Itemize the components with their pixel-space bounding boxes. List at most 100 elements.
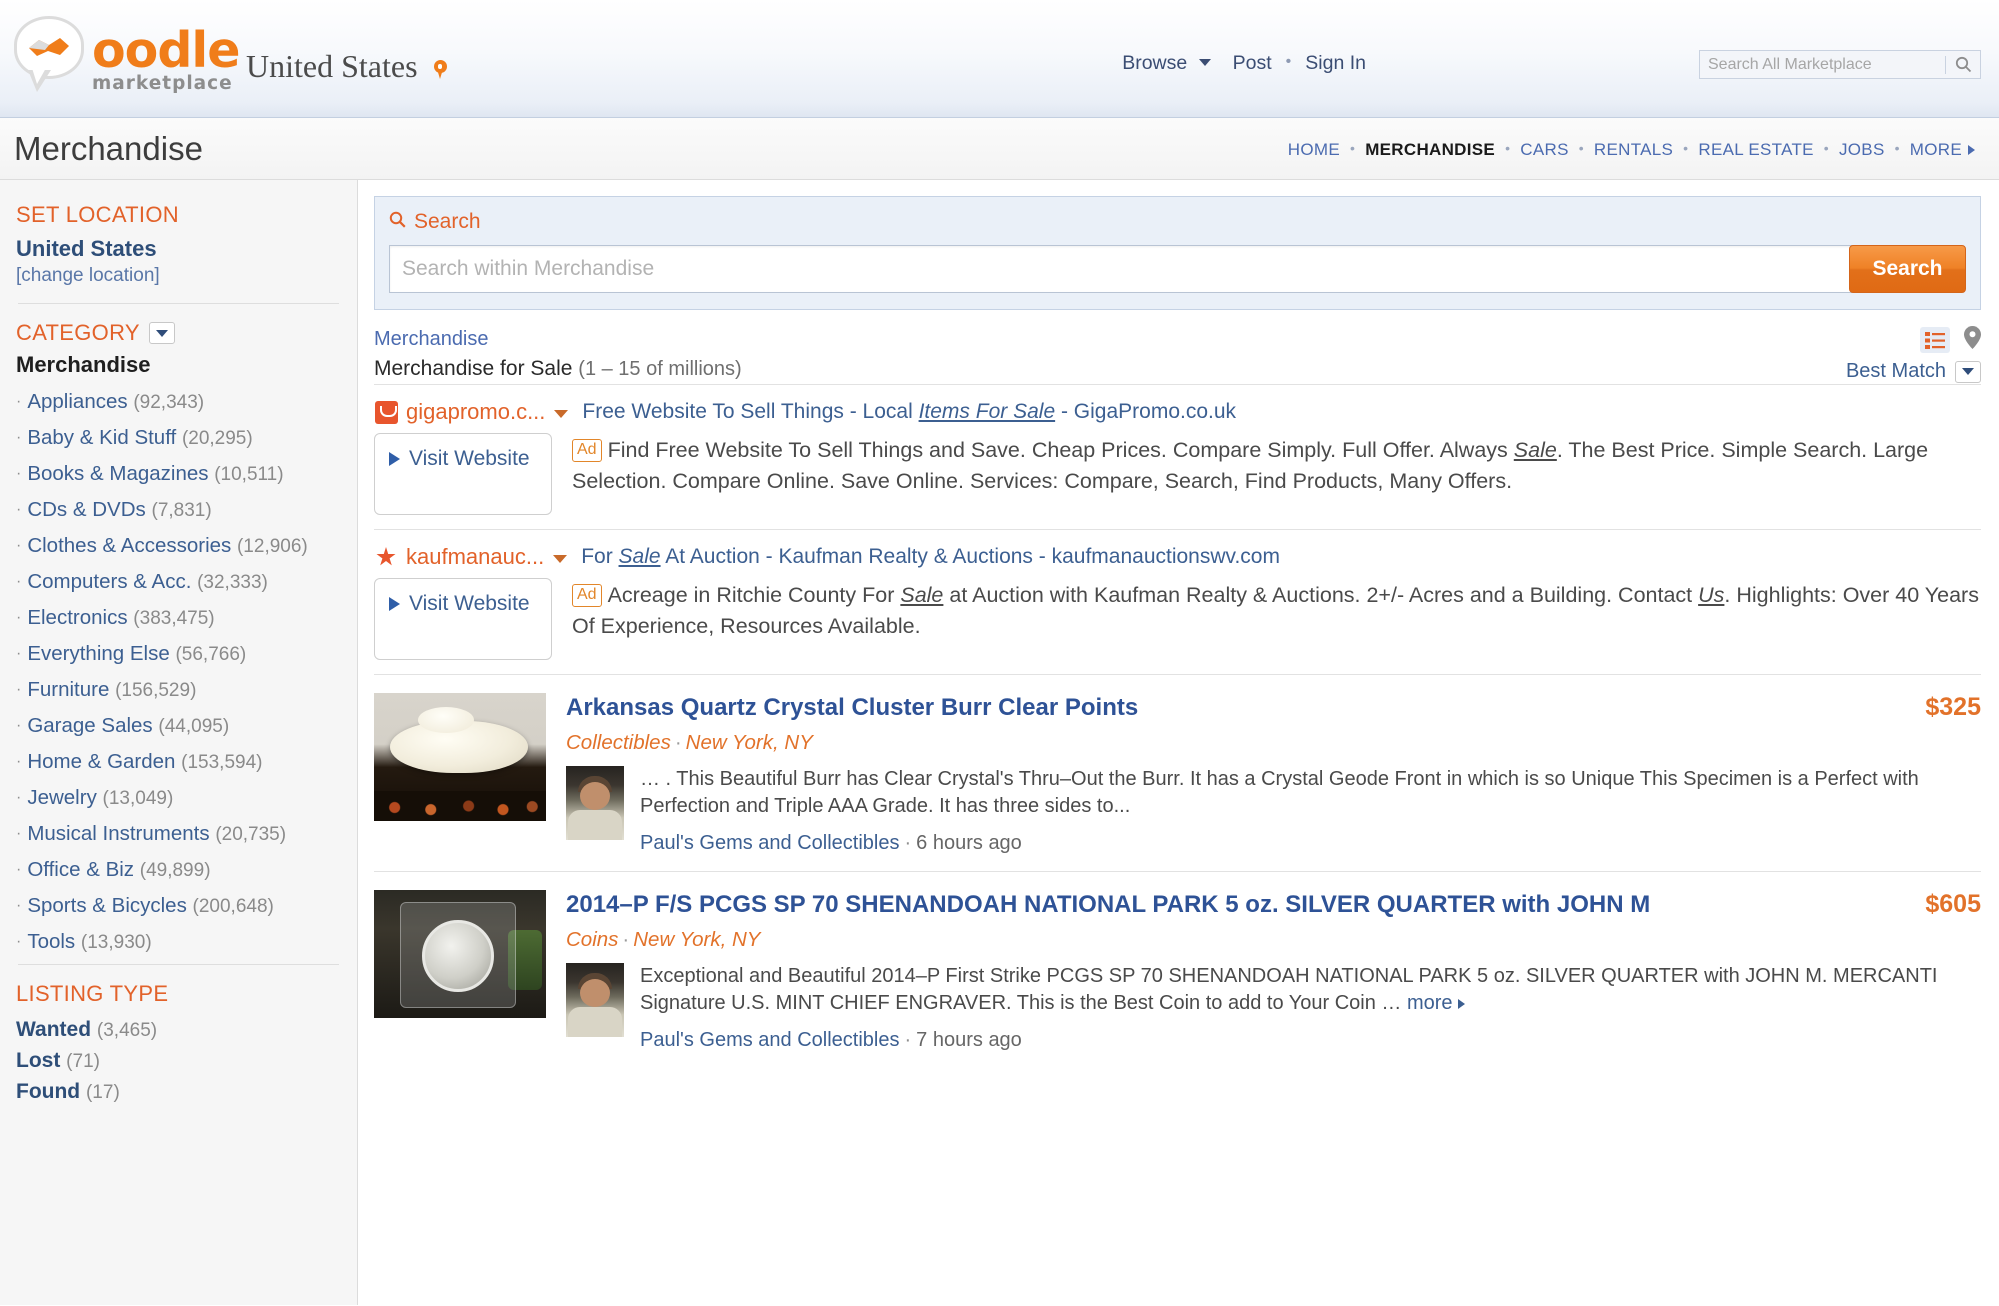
category-dropdown-button[interactable] <box>148 322 175 344</box>
category-item-jewelry[interactable]: · Jewelry (13,049) <box>16 783 339 814</box>
visit-website-button[interactable]: Visit Website <box>374 578 552 660</box>
visit-website-button[interactable]: Visit Website <box>374 433 552 515</box>
nav-post[interactable]: Post <box>1222 52 1283 75</box>
category-label[interactable]: Appliances <box>27 390 127 413</box>
listing-type-label[interactable]: Wanted <box>16 1018 91 1041</box>
listing-title[interactable]: Arkansas Quartz Crystal Cluster Burr Cle… <box>566 693 1925 723</box>
nav-browse[interactable]: Browse <box>1111 52 1221 75</box>
category-label[interactable]: Tools <box>27 930 75 953</box>
tab-real-estate-label[interactable]: REAL ESTATE <box>1698 140 1813 159</box>
category-item-electronics[interactable]: · Electronics (383,475) <box>16 603 339 634</box>
nav-signin-link[interactable]: Sign In <box>1305 52 1366 74</box>
chevron-down-icon[interactable] <box>553 555 568 563</box>
listing-title[interactable]: 2014–P F/S PCGS SP 70 SHENANDOAH NATIONA… <box>566 890 1925 920</box>
category-item-computers-acc[interactable]: · Computers & Acc. (32,333) <box>16 567 339 598</box>
listing-row[interactable]: 2014–P F/S PCGS SP 70 SHENANDOAH NATIONA… <box>374 871 1981 1068</box>
more-link[interactable]: more <box>1407 992 1453 1014</box>
category-item-furniture[interactable]: · Furniture (156,529) <box>16 675 339 706</box>
ad-domain[interactable]: gigapromo.c... <box>406 399 545 425</box>
listing-row[interactable]: Arkansas Quartz Crystal Cluster Burr Cle… <box>374 674 1981 871</box>
category-label[interactable]: Furniture <box>27 678 109 701</box>
tab-home-label[interactable]: HOME <box>1288 140 1340 159</box>
search-button[interactable]: Search <box>1849 245 1966 293</box>
search-within-input[interactable] <box>390 247 1853 291</box>
category-item-clothes-accessories[interactable]: · Clothes & Accessories (12,906) <box>16 531 339 562</box>
tab-rentals-label[interactable]: RENTALS <box>1594 140 1673 159</box>
listing-type-list: Wanted (3,465) Lost (71) Found (17) <box>16 1015 339 1108</box>
category-label[interactable]: Musical Instruments <box>27 822 209 845</box>
category-item-baby-kid-stuff[interactable]: · Baby & Kid Stuff (20,295) <box>16 423 339 454</box>
category-label[interactable]: Clothes & Accessories <box>27 534 231 557</box>
listing-type-lost[interactable]: Lost (71) <box>16 1046 339 1077</box>
change-location-link[interactable]: [change location] <box>16 265 339 287</box>
tab-cars-label[interactable]: CARS <box>1520 140 1568 159</box>
listing-thumbnail[interactable] <box>374 890 546 1018</box>
category-item-office-biz[interactable]: · Office & Biz (49,899) <box>16 855 339 886</box>
tab-more-label[interactable]: MORE <box>1910 140 1962 159</box>
bullet-icon: · <box>16 789 22 806</box>
ad-title[interactable]: For Sale At Auction - Kaufman Realty & A… <box>581 545 1280 569</box>
tab-merchandise[interactable]: MERCHANDISE <box>1355 140 1505 160</box>
tab-rentals[interactable]: RENTALS <box>1584 140 1683 160</box>
category-label[interactable]: Sports & Bicycles <box>27 894 187 917</box>
breadcrumb[interactable]: Merchandise <box>374 328 489 350</box>
meta-separator: · <box>904 1029 912 1051</box>
nav-post-link[interactable]: Post <box>1233 52 1272 74</box>
category-count: (56,766) <box>175 644 247 665</box>
listing-location[interactable]: New York, NY <box>686 731 813 754</box>
category-label[interactable]: Everything Else <box>27 642 169 665</box>
tab-cars[interactable]: CARS <box>1510 140 1578 160</box>
list-view-icon[interactable] <box>1920 327 1950 353</box>
ad-row: kaufmanauc... For Sale At Auction - Kauf… <box>374 529 1981 674</box>
category-item-books-magazines[interactable]: · Books & Magazines (10,511) <box>16 459 339 490</box>
tab-real-estate[interactable]: REAL ESTATE <box>1688 140 1823 160</box>
global-search-input[interactable] <box>1700 51 1945 78</box>
category-item-cds-dvds[interactable]: · CDs & DVDs (7,831) <box>16 495 339 526</box>
category-item-tools[interactable]: · Tools (13,930) <box>16 927 339 958</box>
global-search[interactable] <box>1699 50 1981 79</box>
listing-category[interactable]: Coins <box>566 928 618 951</box>
category-label[interactable]: Garage Sales <box>27 714 152 737</box>
listing-location[interactable]: New York, NY <box>633 928 760 951</box>
country-selector[interactable]: United States <box>246 48 447 85</box>
category-label[interactable]: Baby & Kid Stuff <box>27 426 176 449</box>
sort-dropdown-button[interactable] <box>1955 360 1981 383</box>
ad-desc-1: Find Free Website To Sell Things and Sav… <box>607 438 1514 462</box>
tab-more[interactable]: MORE <box>1900 140 1985 160</box>
category-label[interactable]: Jewelry <box>27 786 97 809</box>
seller-name[interactable]: Paul's Gems and Collectibles <box>640 832 900 854</box>
ad-domain[interactable]: kaufmanauc... <box>406 544 544 570</box>
ad-desc-2: at Auction with Kaufman Realty & Auction… <box>943 583 1699 607</box>
search-within-input-wrap[interactable] <box>389 245 1853 293</box>
listing-category[interactable]: Collectibles <box>566 731 671 754</box>
sort-control[interactable]: Best Match <box>1846 360 1981 383</box>
category-item-sports-bicycles[interactable]: · Sports & Bicycles (200,648) <box>16 891 339 922</box>
listing-type-wanted[interactable]: Wanted (3,465) <box>16 1015 339 1046</box>
tab-home[interactable]: HOME <box>1278 140 1350 160</box>
category-label[interactable]: Office & Biz <box>27 858 134 881</box>
category-item-home-garden[interactable]: · Home & Garden (153,594) <box>16 747 339 778</box>
category-item-musical-instruments[interactable]: · Musical Instruments (20,735) <box>16 819 339 850</box>
listing-type-label[interactable]: Found <box>16 1080 80 1103</box>
category-item-everything-else[interactable]: · Everything Else (56,766) <box>16 639 339 670</box>
site-logo[interactable]: oodle marketplace <box>14 14 240 94</box>
category-label[interactable]: CDs & DVDs <box>27 498 145 521</box>
tab-jobs[interactable]: JOBS <box>1829 140 1895 160</box>
category-label[interactable]: Home & Garden <box>27 750 175 773</box>
category-item-garage-sales[interactable]: · Garage Sales (44,095) <box>16 711 339 742</box>
category-item-appliances[interactable]: · Appliances (92,343) <box>16 387 339 418</box>
search-icon[interactable] <box>1946 56 1980 73</box>
category-label[interactable]: Electronics <box>27 606 127 629</box>
listing-type-label[interactable]: Lost <box>16 1049 60 1072</box>
seller-name[interactable]: Paul's Gems and Collectibles <box>640 1029 900 1051</box>
chevron-down-icon[interactable] <box>554 410 569 418</box>
nav-browse-link[interactable]: Browse <box>1122 52 1187 74</box>
category-label[interactable]: Books & Magazines <box>27 462 208 485</box>
listing-type-found[interactable]: Found (17) <box>16 1077 339 1108</box>
nav-signin[interactable]: Sign In <box>1294 52 1377 75</box>
ad-title[interactable]: Free Website To Sell Things - Local Item… <box>582 400 1236 424</box>
listing-thumbnail[interactable] <box>374 693 546 821</box>
category-label[interactable]: Computers & Acc. <box>27 570 191 593</box>
map-view-icon[interactable] <box>1964 326 1981 354</box>
tab-jobs-label[interactable]: JOBS <box>1839 140 1885 159</box>
